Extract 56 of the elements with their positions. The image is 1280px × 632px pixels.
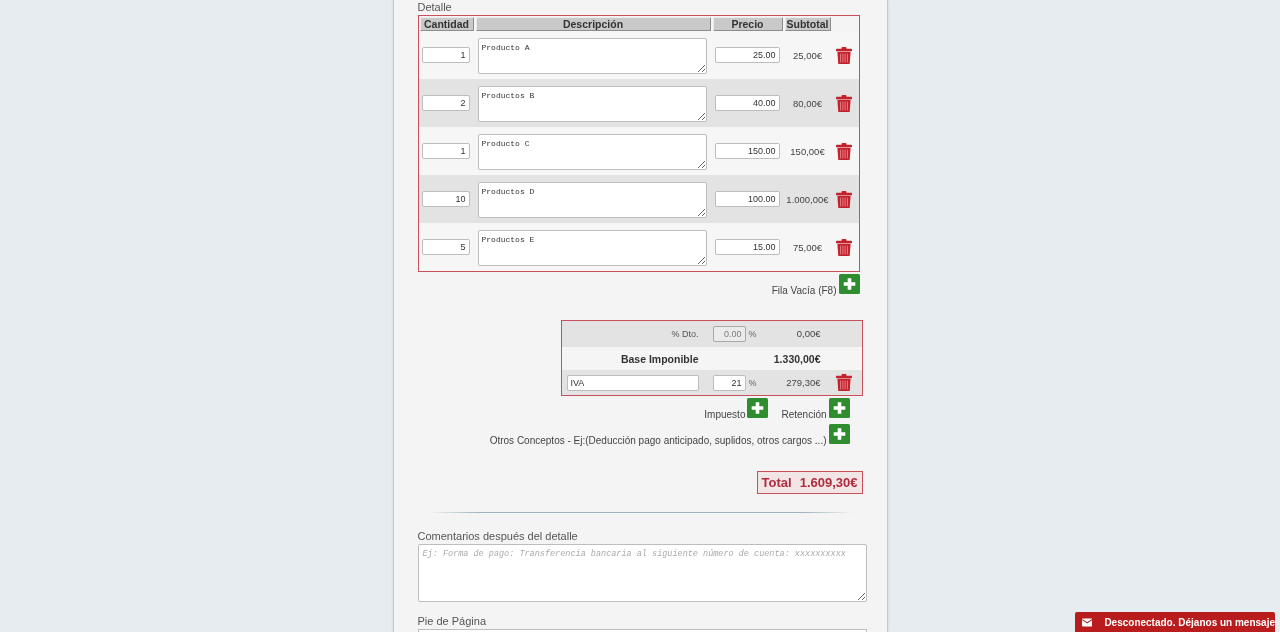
- percent-sign: %: [748, 376, 757, 389]
- footer-label: Pie de Página: [417, 615, 486, 628]
- quantity-field[interactable]: 1: [421, 47, 470, 63]
- description-field[interactable]: Productos D: [477, 182, 707, 218]
- plus-icon[interactable]: [747, 398, 769, 418]
- subtotal-text: 1.000,00€: [785, 192, 830, 206]
- description-field[interactable]: Producto A: [477, 38, 707, 74]
- column-header: Cantidad: [419, 17, 474, 31]
- price-field[interactable]: 150.00: [714, 143, 780, 159]
- envelope-icon: [1082, 617, 1093, 627]
- discount-label: % Dto.: [670, 328, 700, 340]
- column-header: Subtotal: [784, 17, 831, 31]
- price-field[interactable]: 100.00: [714, 191, 780, 207]
- comments-field[interactable]: Ej: Forma de pago: Transferencia bancaria al siguiente número de cuenta: xxxxxxxxxx: [417, 544, 867, 602]
- tax-rate-field[interactable]: 21: [712, 374, 746, 391]
- tax-name-field[interactable]: IVA: [566, 374, 699, 391]
- description-field[interactable]: Productos E: [477, 230, 707, 266]
- trash-icon[interactable]: [835, 190, 852, 208]
- plus-icon[interactable]: [828, 398, 850, 418]
- percent-sign: %: [748, 328, 757, 340]
- column-header: Descripción: [475, 17, 711, 31]
- trash-icon[interactable]: [835, 94, 852, 112]
- subtotal-text: 75,00€: [791, 240, 824, 254]
- column-header: Precio: [712, 17, 783, 31]
- trash-icon[interactable]: [835, 374, 852, 391]
- plus-icon[interactable]: [838, 274, 860, 294]
- description-field[interactable]: Producto C: [477, 134, 707, 170]
- description-field[interactable]: Productos B: [477, 86, 707, 122]
- trash-icon[interactable]: [835, 238, 852, 256]
- price-field[interactable]: 40.00: [714, 95, 780, 111]
- trash-icon[interactable]: [835, 46, 852, 64]
- total-amount: 1.609,30€: [799, 475, 858, 490]
- subtotal-text: 150,00€: [789, 144, 826, 158]
- detail-label: Detalle: [417, 1, 452, 15]
- base-label: Base Imponible: [619, 352, 700, 365]
- price-field[interactable]: 25.00: [714, 47, 780, 63]
- comments-label: Comentarios después del detalle: [417, 530, 578, 543]
- add-row-label: Fila Vacía (F8): [771, 285, 837, 297]
- base-amount: 1.330,00€: [772, 352, 822, 365]
- trash-icon[interactable]: [835, 142, 852, 160]
- action-label: Impuesto: [704, 409, 746, 421]
- quantity-field[interactable]: 5: [421, 239, 470, 255]
- plus-icon[interactable]: [828, 424, 850, 444]
- footer-field[interactable]: [417, 629, 867, 632]
- action-label: Retención: [781, 409, 827, 421]
- price-field[interactable]: 15.00: [714, 239, 780, 255]
- chat-button[interactable]: Desconectado. Déjanos un mensaje: [1075, 612, 1275, 632]
- other-concepts-label: Otros Conceptos - Ej:(Deducción pago anticipado, suplidos, otros cargos ...): [489, 435, 827, 447]
- quantity-field[interactable]: 2: [421, 95, 470, 111]
- tax-amount: 279,30€: [785, 376, 822, 389]
- subtotal-text: 25,00€: [791, 48, 824, 62]
- subtotal-text: 80,00€: [791, 96, 824, 110]
- total-label: Total: [761, 475, 792, 490]
- quantity-field[interactable]: 10: [421, 191, 470, 207]
- quantity-field[interactable]: 1: [421, 143, 470, 159]
- discount-amount: 0,00€: [795, 328, 822, 340]
